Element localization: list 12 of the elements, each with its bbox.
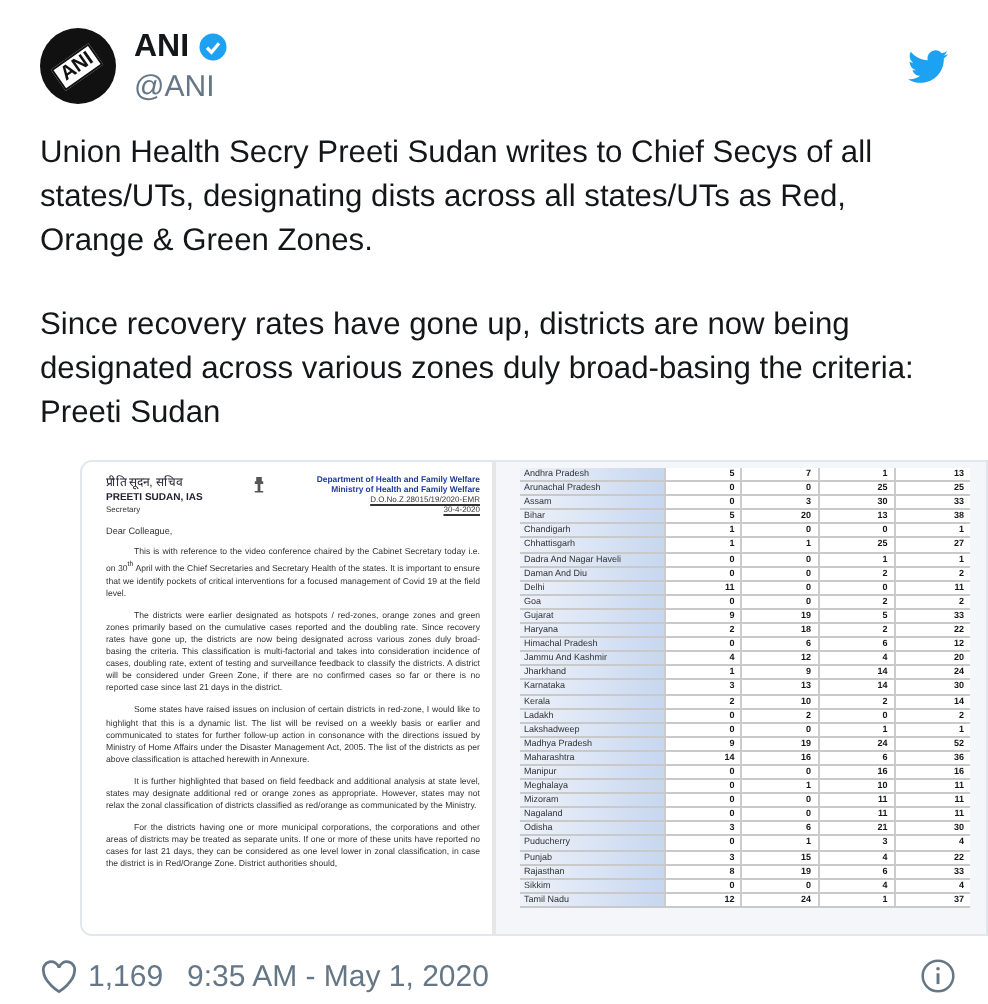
like-count: 1,169 bbox=[88, 959, 164, 993]
heart-icon[interactable] bbox=[40, 959, 78, 993]
author-handle[interactable]: @ANI bbox=[134, 69, 908, 103]
tweet-text: Union Health Secry Preeti Sudan writes to Chief Secys of all states/UTs, designating dists across all states/UTs as Red, Orange & Green Zones. bbox=[40, 134, 875, 262]
timestamp[interactable]: 9:35 AM - May 1, 2020 bbox=[187, 959, 920, 993]
district-table[interactable] bbox=[492, 462, 986, 934]
author-name[interactable]: ANI bbox=[134, 29, 190, 65]
tweet-text: Since recovery rates have gone up, districts are now being designated across various zones duly broad-basing the criteria: Preeti Sudan bbox=[40, 306, 916, 434]
info-icon[interactable] bbox=[920, 958, 956, 994]
avatar[interactable]: ANI bbox=[40, 28, 116, 104]
emblem-icon bbox=[252, 474, 267, 494]
bird-icon[interactable] bbox=[908, 49, 948, 83]
